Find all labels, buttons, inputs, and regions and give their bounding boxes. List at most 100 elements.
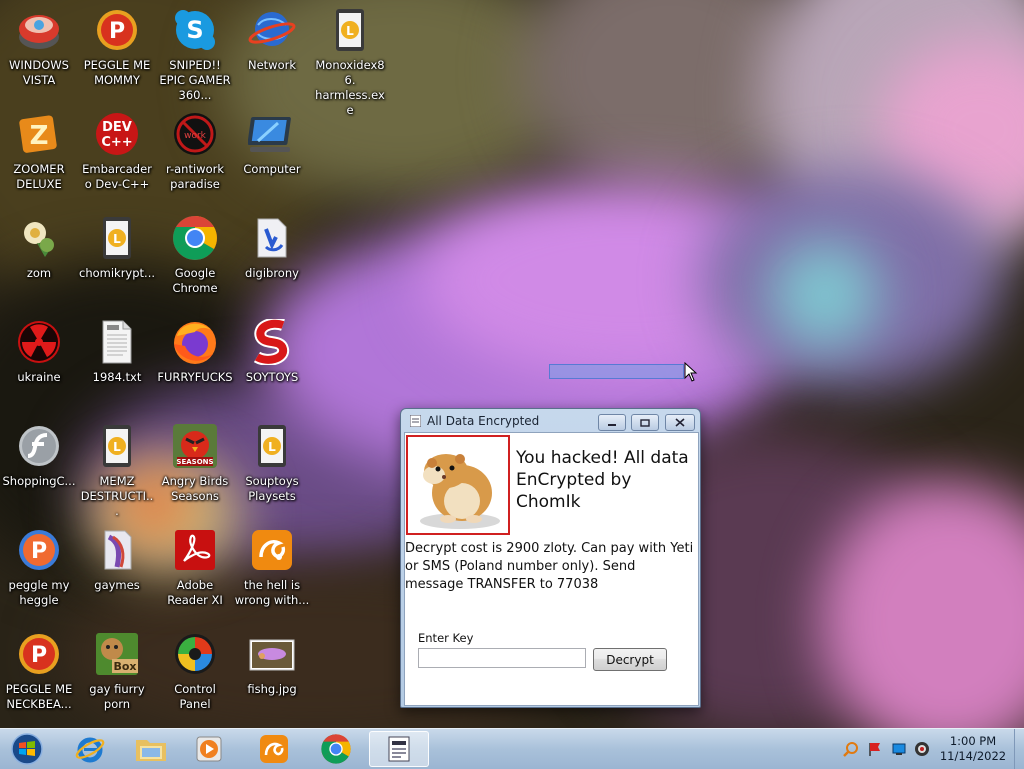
dialog-title: All Data Encrypted xyxy=(427,414,540,428)
desktop-icon-gaymes[interactable]: gaymes xyxy=(79,520,155,593)
desktop-icon-digibrony[interactable]: digibrony xyxy=(234,208,310,281)
desktop-icon-windows-vista[interactable]: WINDOWS VISTA xyxy=(1,0,77,88)
svg-text:Box: Box xyxy=(113,660,136,673)
taskbar-uc-browser[interactable] xyxy=(247,731,301,767)
desktop-icon-peggle-me-neckbea[interactable]: P PEGGLE ME NECKBEA... xyxy=(1,624,77,712)
desktop-icon-peggle-my-heggle[interactable]: P peggle my heggle xyxy=(1,520,77,608)
desktop-icon-label: r-antiwork paradise xyxy=(165,162,224,191)
desktop-icon-dev-cpp[interactable]: DEV C++ Embarcadero Dev-C++ xyxy=(79,104,155,192)
taskbar-media-player[interactable] xyxy=(182,731,236,767)
svg-text:work: work xyxy=(184,131,207,141)
peggle-icon: P xyxy=(15,630,63,678)
search-tray-icon[interactable] xyxy=(843,741,859,757)
desktop-icon-label: SOYTOYS xyxy=(245,370,299,384)
maximize-button[interactable] xyxy=(631,414,659,431)
zom-icon xyxy=(15,214,63,262)
network-icon xyxy=(248,6,296,54)
desktop-icon-zom[interactable]: zom xyxy=(1,208,77,281)
desktop-icon-the-hell-is-wrong-with[interactable]: the hell is wrong with... xyxy=(234,520,310,608)
start-button[interactable] xyxy=(0,731,54,767)
desktop-icon-label: chomikrypt... xyxy=(79,266,156,280)
desktop-icon-soytoys[interactable]: SOYTOYS xyxy=(234,312,310,385)
desktop-icon-label: Google Chrome xyxy=(172,266,218,295)
mouse-pointer-icon xyxy=(684,361,698,385)
desktop-icon-memz-destructi[interactable]: L MEMZ DESTRUCTI... xyxy=(79,416,155,519)
desktop-icon-shoppingc[interactable]: ShoppingC... xyxy=(1,416,77,489)
desktop-icon-ukraine[interactable]: ukraine xyxy=(1,312,77,385)
svg-text:P: P xyxy=(109,19,125,44)
desktop-icon-computer[interactable]: Computer xyxy=(234,104,310,177)
enter-key-label: Enter Key xyxy=(418,631,474,645)
desktop-icon-label: PEGGLE ME NECKBEA... xyxy=(5,682,73,711)
antiwork-icon: work xyxy=(171,110,219,158)
desktop-icon-label: Angry Birds Seasons xyxy=(161,474,229,503)
minimize-icon xyxy=(608,423,616,426)
minimize-button[interactable] xyxy=(598,414,626,431)
taskbar-file-explorer[interactable] xyxy=(124,731,178,767)
close-button[interactable] xyxy=(665,414,695,431)
taskbar-internet-explorer[interactable] xyxy=(63,731,117,767)
taskbar-google-chrome[interactable] xyxy=(309,731,363,767)
desktop-icon-label: ZOOMER DELUXE xyxy=(13,162,65,191)
desktop-icon-label: zom xyxy=(26,266,52,280)
peggle-icon: P xyxy=(93,6,141,54)
generic-exe-icon: L xyxy=(93,422,141,470)
system-clock[interactable]: 1:00 PM 11/14/2022 xyxy=(934,734,1012,764)
desktop-icon-angry-birds-seasons[interactable]: SEASONS Angry Birds Seasons xyxy=(157,416,233,504)
svg-text:S: S xyxy=(186,16,203,44)
uc-browser-icon xyxy=(260,735,288,763)
desktop-icon-r-antiwork-paradise[interactable]: work r-antiwork paradise xyxy=(157,104,233,192)
firefox-icon xyxy=(171,318,219,366)
network-tray-icon[interactable] xyxy=(891,741,907,757)
clock-time: 1:00 PM xyxy=(949,734,997,748)
desktop-icon-label: FURRYFUCKS xyxy=(157,370,233,384)
show-desktop-button[interactable] xyxy=(1014,729,1024,769)
adobe-reader-icon xyxy=(171,526,219,574)
flag-tray-icon[interactable] xyxy=(867,741,883,757)
desktop-icon-google-chrome[interactable]: Google Chrome xyxy=(157,208,233,296)
desktop-icon-label: WINDOWS VISTA xyxy=(9,58,69,87)
volume-tray-icon[interactable] xyxy=(914,741,930,757)
clock-date: 11/14/2022 xyxy=(939,749,1007,763)
internet-explorer-icon xyxy=(75,737,105,763)
desktop-icon-peggle-me-mommy[interactable]: P PEGGLE ME MOMMY xyxy=(79,0,155,88)
desktop-icon-1984-txt[interactable]: 1984.txt xyxy=(79,312,155,385)
desktop-icon-fishg-jpg[interactable]: fishg.jpg xyxy=(234,624,310,697)
svg-text:Z: Z xyxy=(30,121,49,151)
desktop-icon-sniped-epic-gamer[interactable]: S SNIPED!! EPIC GAMER 360... xyxy=(157,0,233,103)
dialog-client-area: You hacked! All data EnCrypted by ChomIk… xyxy=(404,432,699,706)
desktop-icon-label: SNIPED!! EPIC GAMER 360... xyxy=(159,58,231,102)
digibrony-icon xyxy=(248,214,296,262)
svg-text:L: L xyxy=(113,232,121,246)
uc-browser-icon xyxy=(248,526,296,574)
ransom-message: Decrypt cost is 2900 zloty. Can pay with… xyxy=(405,541,694,592)
svg-text:L: L xyxy=(268,440,276,454)
generic-exe-icon: L xyxy=(326,6,374,54)
desktop-icon-label: digibrony xyxy=(245,266,299,280)
desktop-icon-label: Souptoys Playsets xyxy=(245,474,299,503)
flash-icon xyxy=(15,422,63,470)
zoomer-icon: Z xyxy=(15,110,63,158)
desktop-icon-label: fishg.jpg xyxy=(247,682,297,696)
taskbar-ransom-window[interactable] xyxy=(369,731,429,767)
maximize-icon xyxy=(640,418,650,427)
decrypt-button[interactable]: Decrypt xyxy=(593,648,667,671)
desktop-icon-label: MEMZ DESTRUCTI... xyxy=(80,474,154,518)
desktop-icon-label: peggle my heggle xyxy=(8,578,70,607)
key-input[interactable] xyxy=(418,648,586,668)
desktop-icon-adobe-reader-xi[interactable]: Adobe Reader XI xyxy=(157,520,233,608)
radiation-icon xyxy=(15,318,63,366)
desktop-icon-control-panel[interactable]: Control Panel xyxy=(157,624,233,712)
desktop-icon-network[interactable]: Network xyxy=(234,0,310,73)
desktop-icon-souptoys-playsets[interactable]: L Souptoys Playsets xyxy=(234,416,310,504)
desktop-icon-gay-fiurry-porn[interactable]: Box gay fiurry porn xyxy=(79,624,155,712)
desktop-icon-label: Control Panel xyxy=(174,682,216,711)
drag-selection-rectangle xyxy=(549,364,684,379)
desktop-icon-chomikrypt[interactable]: L chomikrypt... xyxy=(79,208,155,281)
desktop-icon-monoxidex86-harmless[interactable]: L Monoxidex86. harmless.exe xyxy=(312,0,388,118)
desktop-icon-zoomer-deluxe[interactable]: Z ZOOMER DELUXE xyxy=(1,104,77,192)
peggle-icon: P xyxy=(15,526,63,574)
soytoys-icon xyxy=(248,318,296,366)
desktop-icon-furryfucks[interactable]: FURRYFUCKS xyxy=(157,312,233,385)
dialog-titlebar[interactable]: All Data Encrypted xyxy=(401,409,700,433)
